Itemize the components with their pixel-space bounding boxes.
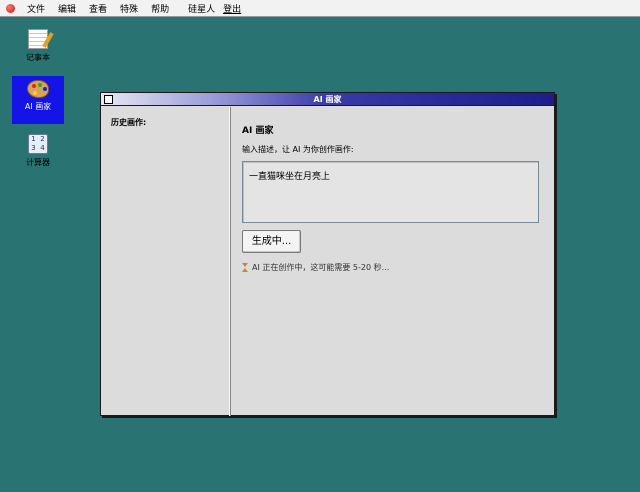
calculator-icon: 1 2 3 4: [28, 134, 48, 154]
menu-help[interactable]: 帮助: [151, 2, 169, 15]
status-line: AI 正在创作中，这可能需要 5-20 秒...: [242, 262, 547, 273]
history-sidebar: 历史画作:: [101, 107, 231, 416]
paint-dot: [32, 84, 36, 88]
history-title: 历史画作:: [111, 118, 147, 127]
menu-file[interactable]: 文件: [27, 2, 45, 15]
prompt-input[interactable]: 一直猫咪坐在月亮上: [242, 161, 539, 223]
desktop-icon-label: AI 画家: [24, 102, 52, 111]
window-titlebar[interactable]: AI 画家: [101, 93, 554, 106]
calc-glyph: 1: [31, 135, 36, 143]
notepad-icon: [28, 29, 54, 49]
generate-button[interactable]: 生成中...: [242, 230, 301, 253]
paint-dot: [38, 83, 42, 87]
user-name: 硅星人: [188, 4, 216, 15]
menu-bar: 文件 编辑 查看 特殊 帮助 硅星人 登出: [0, 0, 640, 17]
prompt-description: 输入描述，让 AI 为你创作画作:: [242, 145, 354, 154]
window-title: AI 画家: [313, 94, 342, 104]
menu-edit[interactable]: 编辑: [58, 2, 76, 15]
ai-painter-window: AI 画家 历史画作: AI 画家 输入描述，让 AI 为你创作画作: 一直猫咪…: [100, 92, 555, 416]
desktop-icon-notepad[interactable]: 记事本: [12, 25, 64, 73]
desktop-icon-label: 记事本: [26, 53, 50, 62]
content-title: AI 画家: [242, 126, 274, 136]
apple-menu-icon[interactable]: [6, 3, 15, 13]
logout-link[interactable]: 登出: [223, 2, 241, 15]
status-text: AI 正在创作中，这可能需要 5-20 秒...: [252, 263, 390, 272]
menu-view[interactable]: 查看: [89, 2, 107, 15]
paint-dot: [33, 91, 37, 95]
menu-special[interactable]: 特殊: [120, 2, 138, 15]
desktop-icon-ai-painter[interactable]: AI 画家: [12, 76, 64, 124]
paint-dot: [43, 87, 47, 91]
palette-icon: [27, 80, 49, 98]
close-box-icon[interactable]: [104, 95, 113, 104]
calc-glyph: 4: [40, 144, 45, 152]
hourglass-icon: [242, 263, 248, 272]
calc-glyph: 2: [40, 135, 45, 143]
pencil-icon: [42, 32, 54, 48]
main-content: AI 画家 输入描述，让 AI 为你创作画作: 一直猫咪坐在月亮上 生成中...…: [242, 123, 547, 273]
desktop-icon-label: 计算器: [26, 158, 50, 167]
calc-glyph: 3: [31, 144, 36, 152]
desktop-icon-calculator[interactable]: 1 2 3 4 计算器: [12, 130, 64, 178]
